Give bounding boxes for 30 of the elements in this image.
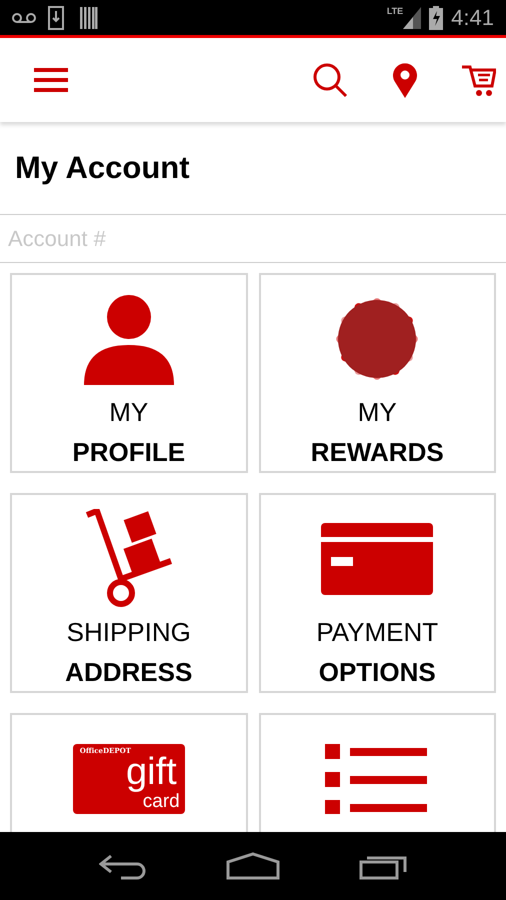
download-icon [48,6,64,30]
voicemail-icon [12,12,36,24]
search-icon[interactable] [312,62,348,98]
tile-label-top: SHIPPING [66,617,191,647]
barcode-icon [80,6,98,28]
card-text: card [142,792,180,812]
network-label: LTE [386,5,404,18]
tile-label-bottom: REWARDS [310,437,444,467]
account-tile[interactable]: MY REWARDS [258,273,496,473]
tile-label-top: PAYMENT [316,617,438,647]
battery-icon [429,6,444,30]
menu-icon[interactable] [34,68,68,92]
tile-label-bottom: PROFILE [72,437,186,467]
signal-icon [403,6,422,28]
tile-label-top: MY [109,397,148,427]
tile-label-bottom: OPTIONS [318,657,436,687]
account-tile[interactable]: PAYMENT OPTIONS [258,493,496,693]
page-title: My Account [15,148,190,187]
credit-card-icon [321,523,434,595]
home-icon[interactable] [226,852,280,880]
account-tile[interactable]: SHIPPING ADDRESS [10,493,248,693]
tile-label-bottom: ADDRESS [65,657,192,687]
list-icon [325,744,430,814]
location-pin-icon[interactable] [392,62,418,98]
tile-label-top: MY [358,397,397,427]
person-icon [82,293,175,385]
cart-icon[interactable] [462,64,496,96]
back-icon[interactable] [99,852,148,880]
account-tile[interactable]: MY PROFILE [10,273,248,473]
clock-text: 4:41 [451,4,494,32]
